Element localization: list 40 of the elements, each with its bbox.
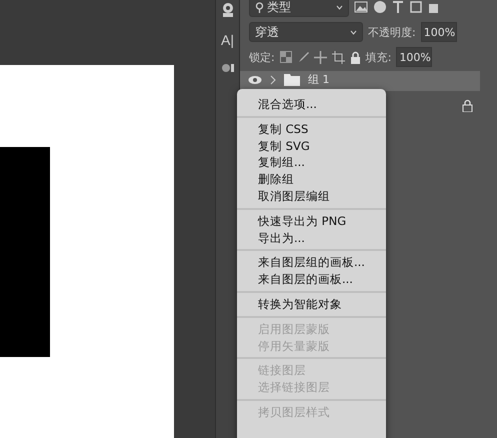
search-icon bbox=[255, 2, 264, 12]
tool-icon[interactable] bbox=[220, 62, 234, 74]
chevron-icon[interactable] bbox=[270, 74, 276, 84]
eye-icon[interactable] bbox=[248, 74, 262, 84]
layer-name: 组 1 bbox=[308, 74, 330, 86]
menu-item[interactable]: 混合选项... bbox=[237, 96, 386, 113]
fill-field[interactable]: 100% bbox=[396, 47, 432, 67]
menu-item[interactable]: 快速导出为 PNG bbox=[237, 212, 386, 230]
menu-item[interactable]: 来自图层组的画板... bbox=[237, 254, 386, 272]
menu-item[interactable]: 复制 SVG bbox=[237, 138, 386, 154]
fill-label: 填充: bbox=[366, 50, 392, 64]
move-icon[interactable] bbox=[314, 50, 327, 64]
menu-item[interactable]: 来自图层的画板... bbox=[237, 271, 386, 288]
blend-mode-dropdown[interactable]: 穿透 bbox=[249, 22, 363, 42]
menu-item[interactable]: 删除组 bbox=[237, 171, 386, 188]
lock-label: 锁定: bbox=[249, 50, 275, 64]
opacity-field[interactable]: 100% bbox=[420, 22, 457, 42]
shape-icon[interactable] bbox=[409, 0, 423, 14]
layer-row[interactable]: 组 1 bbox=[240, 71, 480, 91]
circle-icon[interactable] bbox=[373, 0, 387, 14]
menu-item[interactable]: 转换为智能对象 bbox=[237, 296, 386, 313]
lock-icon[interactable] bbox=[350, 50, 361, 64]
crop-icon[interactable] bbox=[332, 50, 345, 64]
menu-item[interactable]: 复制 CSS bbox=[237, 120, 386, 138]
chevron-down-icon bbox=[350, 30, 357, 34]
text-icon[interactable] bbox=[392, 0, 404, 14]
filter-dropdown[interactable]: 类型 bbox=[249, 0, 349, 17]
type-tool[interactable]: A| bbox=[221, 32, 234, 48]
menu-item[interactable]: 导出为... bbox=[237, 230, 386, 246]
opacity-label: 不透明度: bbox=[368, 24, 416, 40]
image-icon[interactable] bbox=[354, 1, 368, 13]
chevron-down-icon bbox=[336, 4, 343, 10]
checker-icon[interactable] bbox=[280, 51, 292, 63]
filter-value: 类型 bbox=[267, 0, 291, 16]
menu-item[interactable]: 取消图层编组 bbox=[237, 188, 386, 205]
stamp-icon[interactable] bbox=[220, 2, 234, 18]
lock-icon bbox=[462, 98, 473, 112]
menu-item[interactable]: 复制组... bbox=[237, 154, 386, 172]
brush-icon[interactable] bbox=[296, 51, 309, 63]
folder-icon bbox=[284, 73, 300, 86]
